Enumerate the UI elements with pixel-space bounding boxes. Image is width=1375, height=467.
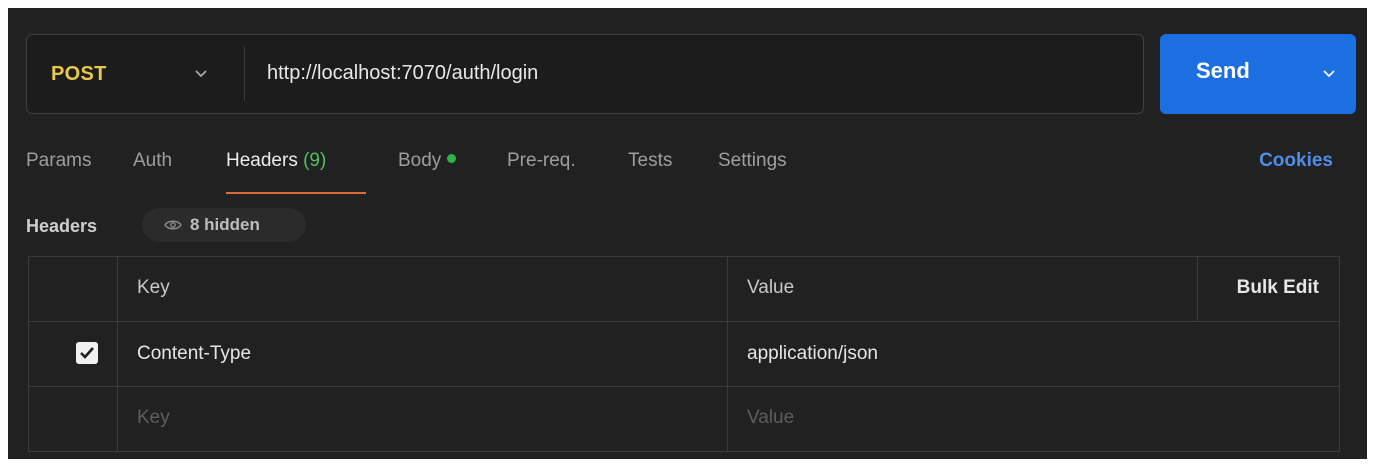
send-label: Send [1196,58,1250,83]
headers-section-title: Headers [26,216,98,236]
url-divider [244,47,245,101]
request-tabs: Params Auth Headers (9) Body Pre-req. Te… [8,138,1367,198]
tab-body-label: Body [398,150,442,171]
tab-body[interactable]: Body [398,150,457,172]
checkmark-icon [80,347,94,359]
column-header-key: Key [137,277,170,298]
table-divider [727,257,728,451]
send-button[interactable]: Send [1160,34,1356,114]
table-divider [1197,257,1198,321]
hidden-headers-toggle[interactable]: 8 hidden [142,208,306,242]
column-header-value: Value [747,277,795,298]
chevron-down-icon [195,70,207,78]
tab-headers[interactable]: Headers (9) [226,150,326,172]
header-enabled-checkbox[interactable] [76,342,98,364]
active-tab-underline [226,192,366,194]
tab-headers-label: Headers [226,150,298,171]
cookies-link[interactable]: Cookies [1259,150,1333,172]
tab-settings[interactable]: Settings [718,150,787,172]
tab-auth[interactable]: Auth [133,150,172,172]
table-divider [117,257,118,451]
url-input[interactable] [267,53,1127,93]
request-editor: POST Send Params Auth Headers (9) Body P… [8,8,1367,459]
headers-table: Key Value Bulk Edit Content-Type applica… [28,256,1340,452]
method-label: POST [51,62,107,85]
headers-count: (9) [303,150,327,171]
body-status-dot-icon [447,154,457,164]
header-value-cell[interactable]: application/json [747,343,878,365]
bulk-edit-button[interactable]: Bulk Edit [1237,277,1319,299]
header-key-cell[interactable]: Content-Type [137,343,251,365]
url-bar: POST [26,34,1144,114]
new-header-value-input[interactable] [747,403,1307,433]
eye-icon [164,220,182,230]
table-divider [29,386,1339,387]
new-header-key-input[interactable] [137,403,697,433]
tab-tests[interactable]: Tests [628,150,672,172]
tab-params[interactable]: Params [26,150,91,172]
chevron-down-icon[interactable] [1320,64,1338,82]
tab-pre-request[interactable]: Pre-req. [507,150,576,172]
method-selector[interactable]: POST [27,35,242,113]
hidden-headers-count: 8 hidden [190,215,260,234]
table-divider [29,321,1339,322]
